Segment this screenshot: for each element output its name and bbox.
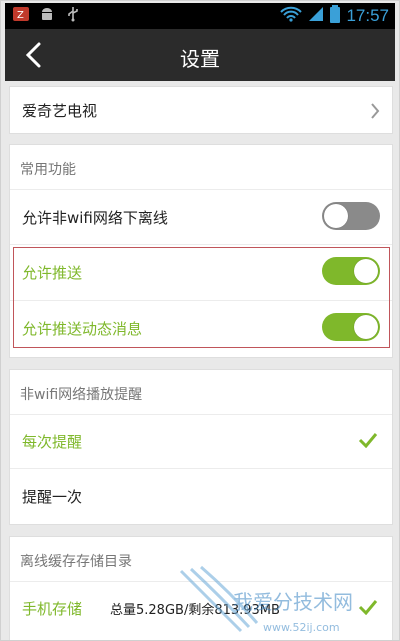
section-title-storage: 离线缓存存储目录 [10,537,392,582]
allow-push-label: 允许推送 [22,264,83,282]
common-functions-card: 常用功能 允许非wifi网络下离线 允许推送 允许推送动态消息 [9,144,393,358]
option-once-label: 提醒一次 [22,488,83,506]
checkmark-icon [358,600,378,615]
storage-info: 总量5.28GB/剩余813.93MB [110,603,280,618]
status-time: 17:57 [346,6,389,25]
tv-settings-item[interactable]: 爱奇艺电视 [10,87,392,133]
setting-row-allow-push[interactable]: 允许推送 [10,244,392,301]
svg-text:Z: Z [17,10,24,21]
tv-settings-label: 爱奇艺电视 [22,102,98,120]
push-dynamic-label: 允许推送动态消息 [22,320,143,338]
option-every-time[interactable]: 每次提醒 [10,414,392,469]
wifi-icon [280,6,303,26]
android-icon [39,6,55,22]
section-title-nonwifi: 非wifi网络播放提醒 [10,370,392,415]
offline-nonwifi-label: 允许非wifi网络下离线 [22,209,168,227]
checkmark-icon [358,433,378,448]
storage-phone-item[interactable]: 手机存储 总量5.28GB/剩余813.93MB [10,581,392,635]
allow-push-toggle[interactable] [322,257,380,285]
settings-content: 爱奇艺电视 常用功能 允许非wifi网络下离线 允许推送 允许推送动态消息 非w… [5,81,395,640]
title-bar: 设置 [5,29,395,81]
page-title: 设置 [180,47,220,71]
storage-card: 离线缓存存储目录 手机存储 总量5.28GB/剩余813.93MB [9,536,393,640]
usb-icon [65,6,81,22]
tv-settings-card: 爱奇艺电视 [9,86,393,134]
setting-row-offline-nonwifi[interactable]: 允许非wifi网络下离线 [10,189,392,245]
signal-icon [308,6,324,26]
push-dynamic-toggle[interactable] [322,313,380,341]
option-every-time-label: 每次提醒 [22,433,83,451]
status-bar: Z 17:57 [5,3,395,29]
app-frame: Z 17:57 设置 爱奇艺电视 常用功能 允许非wifi网络下离线 允许推送 … [0,0,400,641]
offline-nonwifi-toggle[interactable] [322,202,380,230]
chevron-right-icon [371,103,380,119]
battery-icon [330,5,341,27]
setting-row-push-dynamic[interactable]: 允许推送动态消息 [10,300,392,356]
notification-z-icon: Z [13,6,29,22]
storage-phone-label: 手机存储 [22,600,83,618]
section-title-common: 常用功能 [10,145,392,190]
option-once[interactable]: 提醒一次 [10,468,392,523]
nonwifi-reminder-card: 非wifi网络播放提醒 每次提醒 提醒一次 [9,369,393,525]
